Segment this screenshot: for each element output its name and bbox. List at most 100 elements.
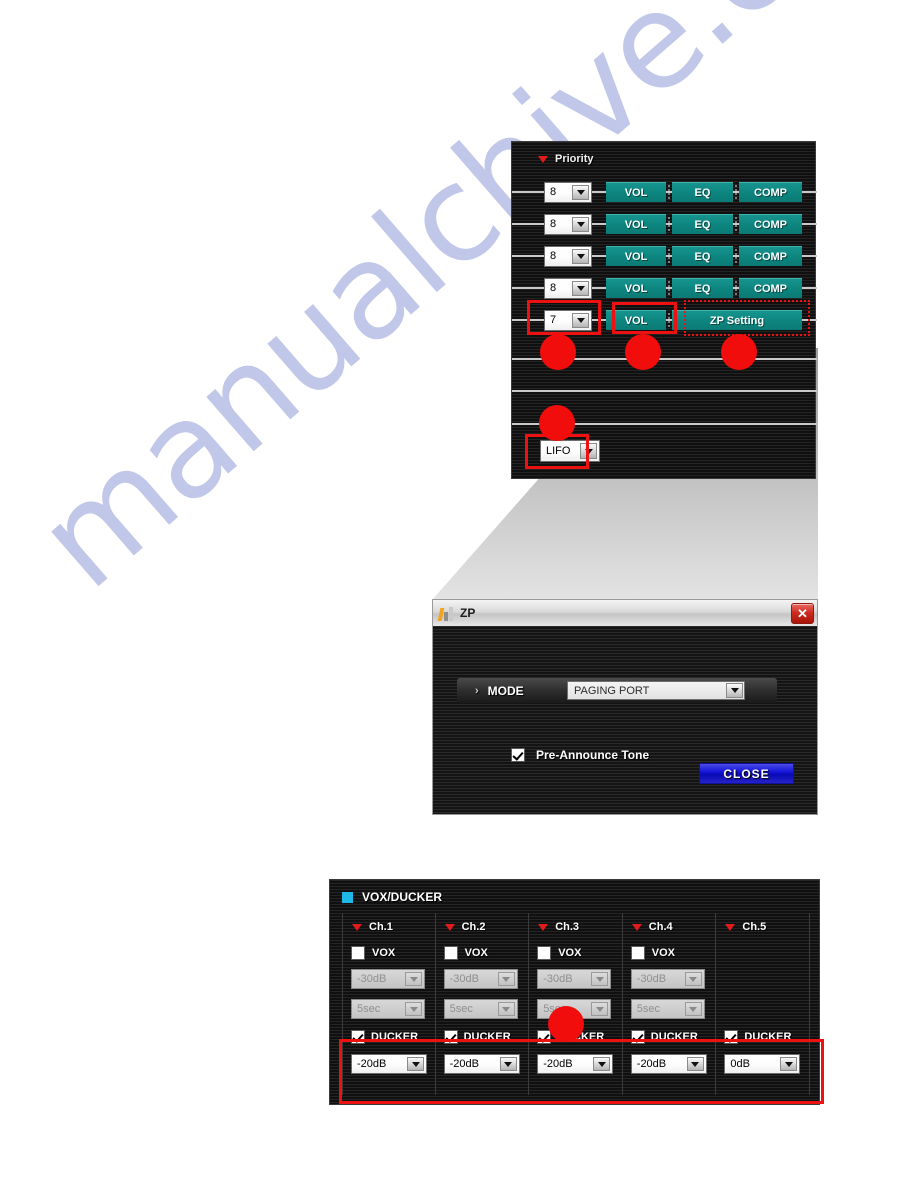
channel-name: Ch.4 [648, 921, 673, 933]
eq-button-3[interactable]: EQ [672, 246, 733, 266]
comp-button-1[interactable]: COMP [739, 182, 802, 202]
pre-announce-row: Pre-Announce Tone [511, 748, 649, 762]
priority-select-5[interactable]: 7 [544, 309, 592, 331]
chevron-down-icon[interactable] [591, 1002, 609, 1016]
pre-announce-checkbox[interactable] [511, 748, 525, 762]
vol-button-3[interactable]: VOL [606, 246, 666, 266]
chevron-down-icon[interactable] [572, 216, 589, 232]
vox-checkbox[interactable] [537, 946, 552, 960]
vox-holdtime-select-4[interactable]: 5sec [630, 999, 705, 1019]
vox-ducker-panel: VOX/DUCKER Ch.1 VOX -30dB 5sec DUCKER -2… [329, 879, 820, 1105]
comp-button-4[interactable]: COMP [739, 278, 802, 298]
ducker-level-select-4[interactable]: -20dB [630, 1054, 707, 1074]
comp-button-3[interactable]: COMP [739, 246, 802, 266]
vox-checkbox[interactable] [443, 946, 458, 960]
vol-button-1[interactable]: VOL [606, 182, 666, 202]
callout-dot [548, 1006, 584, 1042]
ducker-level-value: -20dB [543, 1058, 573, 1070]
zp-setting-button[interactable]: ZP Setting [672, 310, 802, 330]
ducker-level-select-1[interactable]: -20dB [351, 1054, 427, 1074]
channel-title-1: Ch.1 [352, 921, 393, 933]
pre-announce-label: Pre-Announce Tone [536, 748, 650, 762]
close-icon[interactable]: ✕ [791, 603, 814, 624]
mode-label-group: › MODE [457, 684, 567, 698]
channel-column-4: Ch.4 VOX -30dB 5sec DUCKER -20dB [623, 913, 717, 1095]
priority-select-value: 8 [550, 186, 557, 198]
chevron-down-icon[interactable] [780, 1057, 798, 1071]
ducker-checkbox[interactable] [630, 1030, 645, 1044]
channel-name: Ch.1 [369, 921, 393, 933]
callout-dot [539, 405, 575, 441]
ducker-checkbox[interactable] [443, 1030, 458, 1044]
eq-button-4[interactable]: EQ [672, 278, 733, 298]
priority-select-1[interactable]: 8 [544, 181, 592, 203]
vox-row-4: VOX [630, 946, 676, 960]
vox-threshold-select-4[interactable]: -30dB [630, 969, 705, 989]
chevron-down-icon[interactable] [405, 972, 422, 986]
vox-checkbox[interactable] [630, 946, 645, 960]
vox-threshold-select-1[interactable]: -30dB [351, 969, 425, 989]
vox-threshold-select-3[interactable]: -30dB [537, 969, 612, 989]
vox-holdtime-select-1[interactable]: 5sec [351, 999, 425, 1019]
priority-row: 8 VOL EQ COMP [512, 210, 817, 238]
separator [735, 185, 737, 199]
vox-label: VOX [651, 947, 676, 959]
vol-button-2[interactable]: VOL [606, 214, 666, 234]
priority-select-3[interactable]: 8 [544, 245, 592, 267]
chevron-down-icon[interactable] [726, 683, 743, 698]
zp-dialog-body: › MODE PAGING PORT Pre-Announce Tone CLO… [433, 626, 817, 814]
ducker-level-select-3[interactable]: -20dB [537, 1054, 614, 1074]
chevron-down-icon[interactable] [572, 280, 589, 296]
ducker-level-value: 0dB [730, 1058, 750, 1070]
vox-holdtime-select-2[interactable]: 5sec [443, 999, 518, 1019]
chevron-down-icon[interactable] [407, 1057, 424, 1071]
separator [668, 217, 670, 231]
priority-row: 8 VOL EQ COMP [512, 242, 817, 270]
eq-button-1[interactable]: EQ [672, 182, 733, 202]
priority-select-4[interactable]: 8 [544, 277, 592, 299]
priority-select-2[interactable]: 8 [544, 213, 592, 235]
chevron-down-icon[interactable] [591, 972, 609, 986]
chevron-down-icon[interactable] [684, 972, 702, 986]
chevron-down-icon[interactable] [572, 248, 589, 264]
vox-holdtime-value: 5sec [357, 1003, 381, 1015]
comp-button-2[interactable]: COMP [739, 214, 802, 234]
chevron-down-icon[interactable] [405, 1002, 422, 1016]
vox-checkbox[interactable] [351, 946, 365, 960]
channel-title-5: Ch.5 [725, 921, 766, 933]
chevron-down-icon[interactable] [572, 312, 589, 328]
app-bars-icon [437, 606, 455, 621]
chevron-down-icon[interactable] [684, 1002, 702, 1016]
chevron-down-icon[interactable] [593, 1057, 611, 1071]
ducker-level-select-2[interactable]: -20dB [443, 1054, 520, 1074]
callout-dot [625, 334, 661, 370]
ducker-label: DUCKER [371, 1031, 419, 1043]
ducker-level-select-5[interactable]: 0dB [724, 1054, 801, 1074]
triangle-down-icon [538, 155, 548, 163]
chevron-down-icon[interactable] [497, 1002, 515, 1016]
priority-header-label: Priority [555, 153, 594, 165]
priority-mode-select[interactable]: LIFO [540, 440, 600, 462]
ducker-label: DUCKER [744, 1031, 792, 1043]
vox-threshold-select-2[interactable]: -30dB [443, 969, 518, 989]
mode-select[interactable]: PAGING PORT [567, 681, 745, 700]
zp-dialog: ZP ✕ › MODE PAGING PORT Pre-Announce Ton… [432, 599, 818, 815]
channel-column-3: Ch.3 VOX -30dB 5sec DUCKER [529, 913, 623, 1095]
vox-threshold-value: -30dB [636, 973, 667, 985]
ducker-checkbox[interactable] [724, 1030, 739, 1044]
chevron-down-icon[interactable] [580, 443, 597, 459]
chevron-down-icon[interactable] [686, 1057, 704, 1071]
ducker-level-value: -20dB [449, 1058, 479, 1070]
vol-button-5[interactable]: VOL [606, 310, 666, 330]
eq-button-2[interactable]: EQ [672, 214, 733, 234]
separator [668, 313, 670, 327]
close-button[interactable]: CLOSE [699, 763, 794, 784]
chevron-down-icon[interactable] [499, 1057, 517, 1071]
chevron-down-icon[interactable] [572, 184, 589, 200]
ducker-checkbox[interactable] [351, 1030, 365, 1044]
vol-button-4[interactable]: VOL [606, 278, 666, 298]
priority-header: Priority [538, 153, 594, 165]
chevron-down-icon[interactable] [497, 972, 515, 986]
separator [668, 281, 670, 295]
triangle-down-icon [538, 923, 549, 931]
